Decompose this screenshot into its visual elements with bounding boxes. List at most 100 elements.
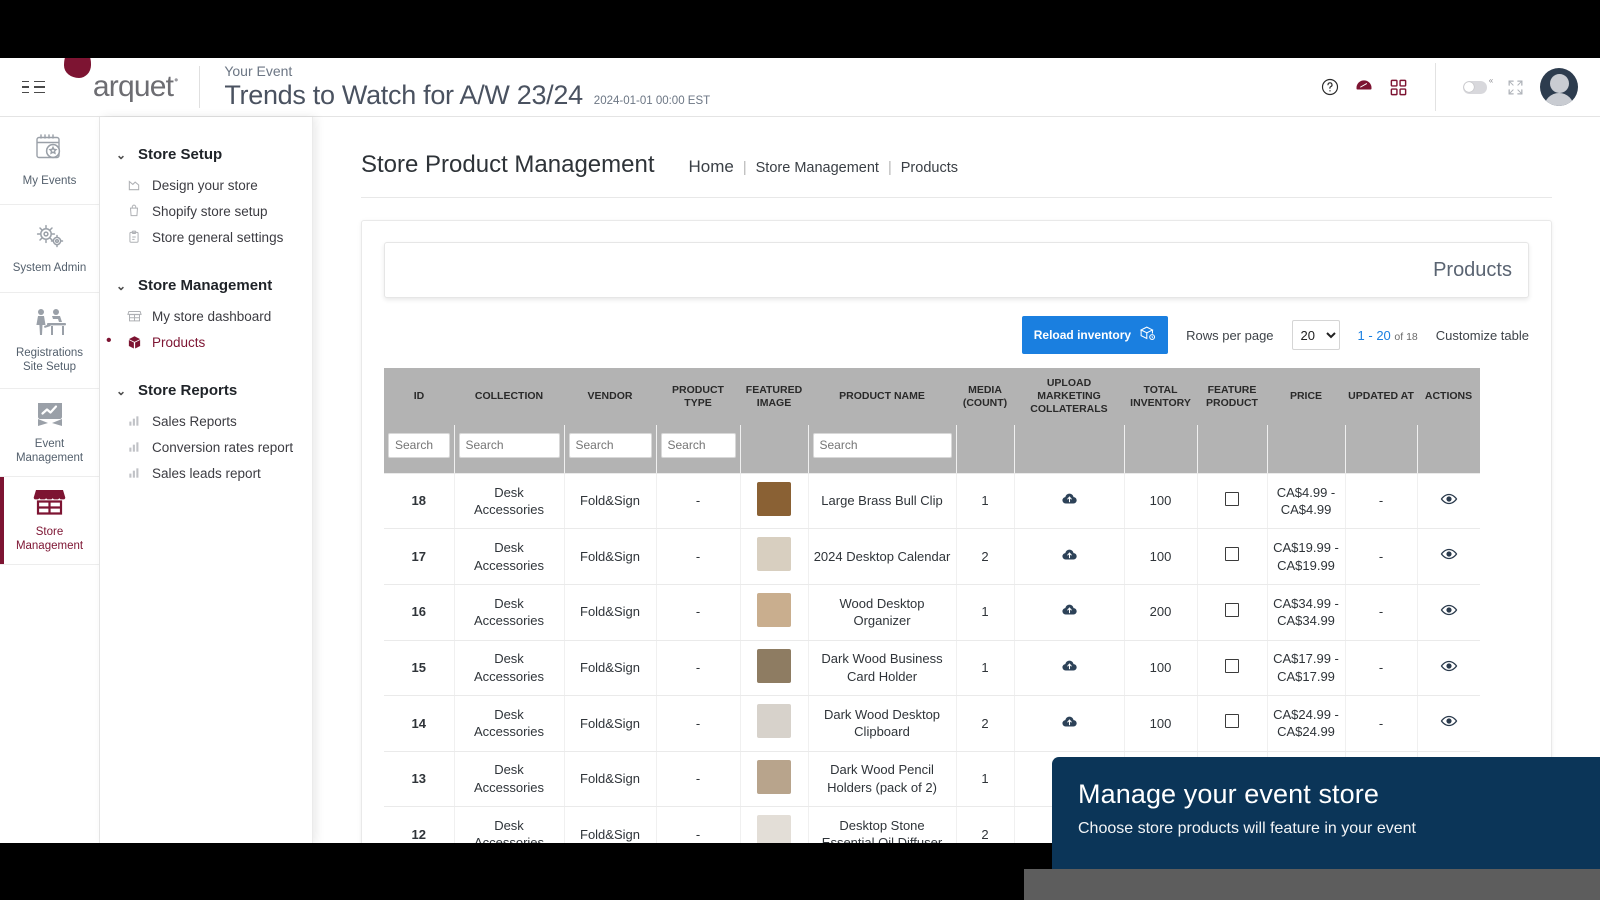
breadcrumb-store-management[interactable]: Store Management [756, 160, 879, 176]
sidebar-item-conversion-rates-report[interactable]: Conversion rates report [100, 434, 312, 460]
col-media-count[interactable]: MEDIA (COUNT) [956, 368, 1014, 426]
cell-feature-product[interactable] [1197, 584, 1268, 641]
cell-feature-product[interactable] [1197, 528, 1268, 585]
table-row[interactable]: 17 Desk Accessories Fold&Sign -2024 Desktop… [384, 528, 1480, 585]
search-input-product-name[interactable] [812, 432, 952, 458]
eye-icon[interactable] [1440, 493, 1458, 511]
cloud-upload-icon[interactable] [1061, 716, 1078, 733]
breadcrumb-products[interactable]: Products [901, 160, 958, 176]
cell-actions[interactable] [1417, 640, 1480, 697]
product-thumbnail[interactable] [757, 759, 791, 794]
col-feature-product[interactable]: FEATURE PRODUCT [1197, 368, 1267, 426]
product-thumbnail[interactable] [757, 592, 791, 627]
cell-featured-image[interactable] [740, 751, 809, 808]
rail-item-event-management[interactable]: Event Management [0, 389, 99, 477]
cell-actions[interactable] [1417, 695, 1480, 752]
sidebar-item-my-store-dashboard[interactable]: My store dashboard [100, 303, 312, 329]
col-vendor[interactable]: VENDOR [564, 368, 656, 426]
cell-upload-collaterals[interactable] [1014, 695, 1125, 752]
search-input-collection[interactable] [458, 432, 560, 458]
sidebar-item-products[interactable]: Products [100, 329, 312, 355]
help-circle-icon[interactable] [1313, 70, 1347, 104]
cell-feature-product[interactable] [1197, 473, 1268, 530]
brand-badge-icon[interactable] [1347, 70, 1381, 104]
apps-grid-icon[interactable] [1381, 70, 1415, 104]
pagination-range[interactable]: 1 - 20 of 18 [1358, 328, 1418, 343]
product-thumbnail[interactable] [757, 537, 791, 572]
feature-product-checkbox[interactable] [1225, 658, 1239, 673]
customize-table-button[interactable]: Customize table [1436, 328, 1529, 343]
rail-item-store-management[interactable]: Store Management [0, 477, 99, 565]
eye-icon[interactable] [1440, 715, 1458, 733]
cell-featured-image[interactable] [740, 695, 809, 752]
product-thumbnail[interactable] [757, 481, 791, 516]
feature-product-checkbox[interactable] [1225, 602, 1239, 617]
hamburger-icon[interactable] [22, 80, 45, 94]
rows-per-page-select[interactable]: 20 [1291, 320, 1340, 350]
cell-featured-image[interactable] [740, 806, 809, 843]
table-row[interactable]: 16 Desk Accessories Fold&Sign - Wood Desktop… [384, 584, 1480, 641]
col-featured-image[interactable]: FEATURED IMAGE [740, 368, 808, 426]
cloud-upload-icon[interactable] [1061, 493, 1078, 510]
cell-featured-image[interactable] [740, 640, 809, 697]
col-id[interactable]: ID [384, 368, 454, 426]
sidebar-item-store-general-settings[interactable]: Store general settings [100, 224, 312, 250]
search-input-product-type[interactable] [660, 432, 736, 458]
col-upload-marketing-collaterals[interactable]: UPLOAD MARKETING COLLATERALS [1014, 368, 1124, 426]
col-total-inventory[interactable]: TOTAL INVENTORY [1124, 368, 1197, 426]
cloud-upload-icon[interactable] [1061, 660, 1078, 677]
table-row[interactable]: 14 Desk Accessories Fold&Sign - Dark Wood De… [384, 695, 1480, 752]
cell-featured-image[interactable] [740, 584, 809, 641]
product-thumbnail[interactable] [757, 648, 791, 683]
cell-actions[interactable] [1417, 584, 1480, 641]
feature-product-checkbox[interactable] [1225, 547, 1239, 562]
marquet-logo[interactable]: marquet • [64, 58, 178, 104]
cell-upload-collaterals[interactable] [1014, 528, 1125, 585]
cloud-upload-icon[interactable] [1061, 605, 1078, 621]
table-row[interactable]: 15 Desk Accessories Fold&Sign - Dark Wood Bu… [384, 640, 1480, 697]
eye-icon[interactable] [1440, 549, 1458, 566]
nav-group-store-setup[interactable]: ⌄ Store Setup [100, 137, 312, 172]
cell-feature-product[interactable] [1197, 640, 1268, 697]
reload-inventory-button[interactable]: Reload inventory [1021, 316, 1169, 354]
col-product-type[interactable]: PRODUCT TYPE [656, 368, 740, 426]
cell-upload-collaterals[interactable] [1014, 640, 1125, 697]
search-input-id[interactable] [388, 432, 450, 458]
eye-icon[interactable] [1440, 660, 1458, 678]
rail-item-system-admin[interactable]: System Admin [0, 205, 99, 293]
cloud-upload-icon[interactable] [1061, 549, 1078, 566]
preview-toggle[interactable]: « [1456, 70, 1498, 104]
rail-item-my-events[interactable]: My Events [0, 117, 99, 205]
sidebar-item-sales-reports[interactable]: Sales Reports [100, 408, 312, 434]
col-updated-at[interactable]: UPDATED AT [1345, 368, 1417, 426]
col-collection[interactable]: COLLECTION [454, 368, 564, 426]
cell-product-type: - [656, 528, 741, 585]
cell-actions[interactable] [1417, 528, 1480, 585]
cell-actions[interactable] [1417, 473, 1480, 530]
feature-product-checkbox[interactable] [1225, 714, 1239, 729]
cell-featured-image[interactable] [740, 473, 809, 530]
nav-group-store-management[interactable]: ⌄ Store Management [100, 268, 312, 303]
product-thumbnail[interactable] [757, 815, 791, 843]
eye-icon[interactable] [1440, 604, 1458, 622]
search-input-vendor[interactable] [568, 432, 652, 458]
cell-upload-collaterals[interactable] [1014, 473, 1125, 530]
cell-upload-collaterals[interactable] [1014, 584, 1125, 641]
product-thumbnail[interactable] [757, 704, 791, 739]
user-avatar[interactable] [1540, 68, 1578, 106]
box-icon [126, 334, 142, 350]
col-product-name[interactable]: PRODUCT NAME [808, 368, 956, 426]
cell-featured-image[interactable] [740, 528, 809, 585]
sidebar-item-shopify-store-setup[interactable]: Shopify store setup [100, 198, 312, 224]
cell-total-inventory: 100 [1124, 473, 1198, 530]
sidebar-item-sales-leads-report[interactable]: Sales leads report [100, 460, 312, 486]
col-price[interactable]: PRICE [1267, 368, 1345, 426]
table-row[interactable]: 18 Desk Accessories Fold&Sign - Large Brass … [384, 473, 1480, 530]
fullscreen-icon[interactable] [1498, 70, 1532, 104]
breadcrumb-home[interactable]: Home [689, 157, 734, 177]
rail-item-registrations-site-setup[interactable]: Registrations Site Setup [0, 293, 99, 389]
nav-group-store-reports[interactable]: ⌄ Store Reports [100, 373, 312, 408]
feature-product-checkbox[interactable] [1225, 491, 1239, 506]
cell-feature-product[interactable] [1197, 695, 1268, 752]
sidebar-item-design-your-store[interactable]: Design your store [100, 172, 312, 198]
